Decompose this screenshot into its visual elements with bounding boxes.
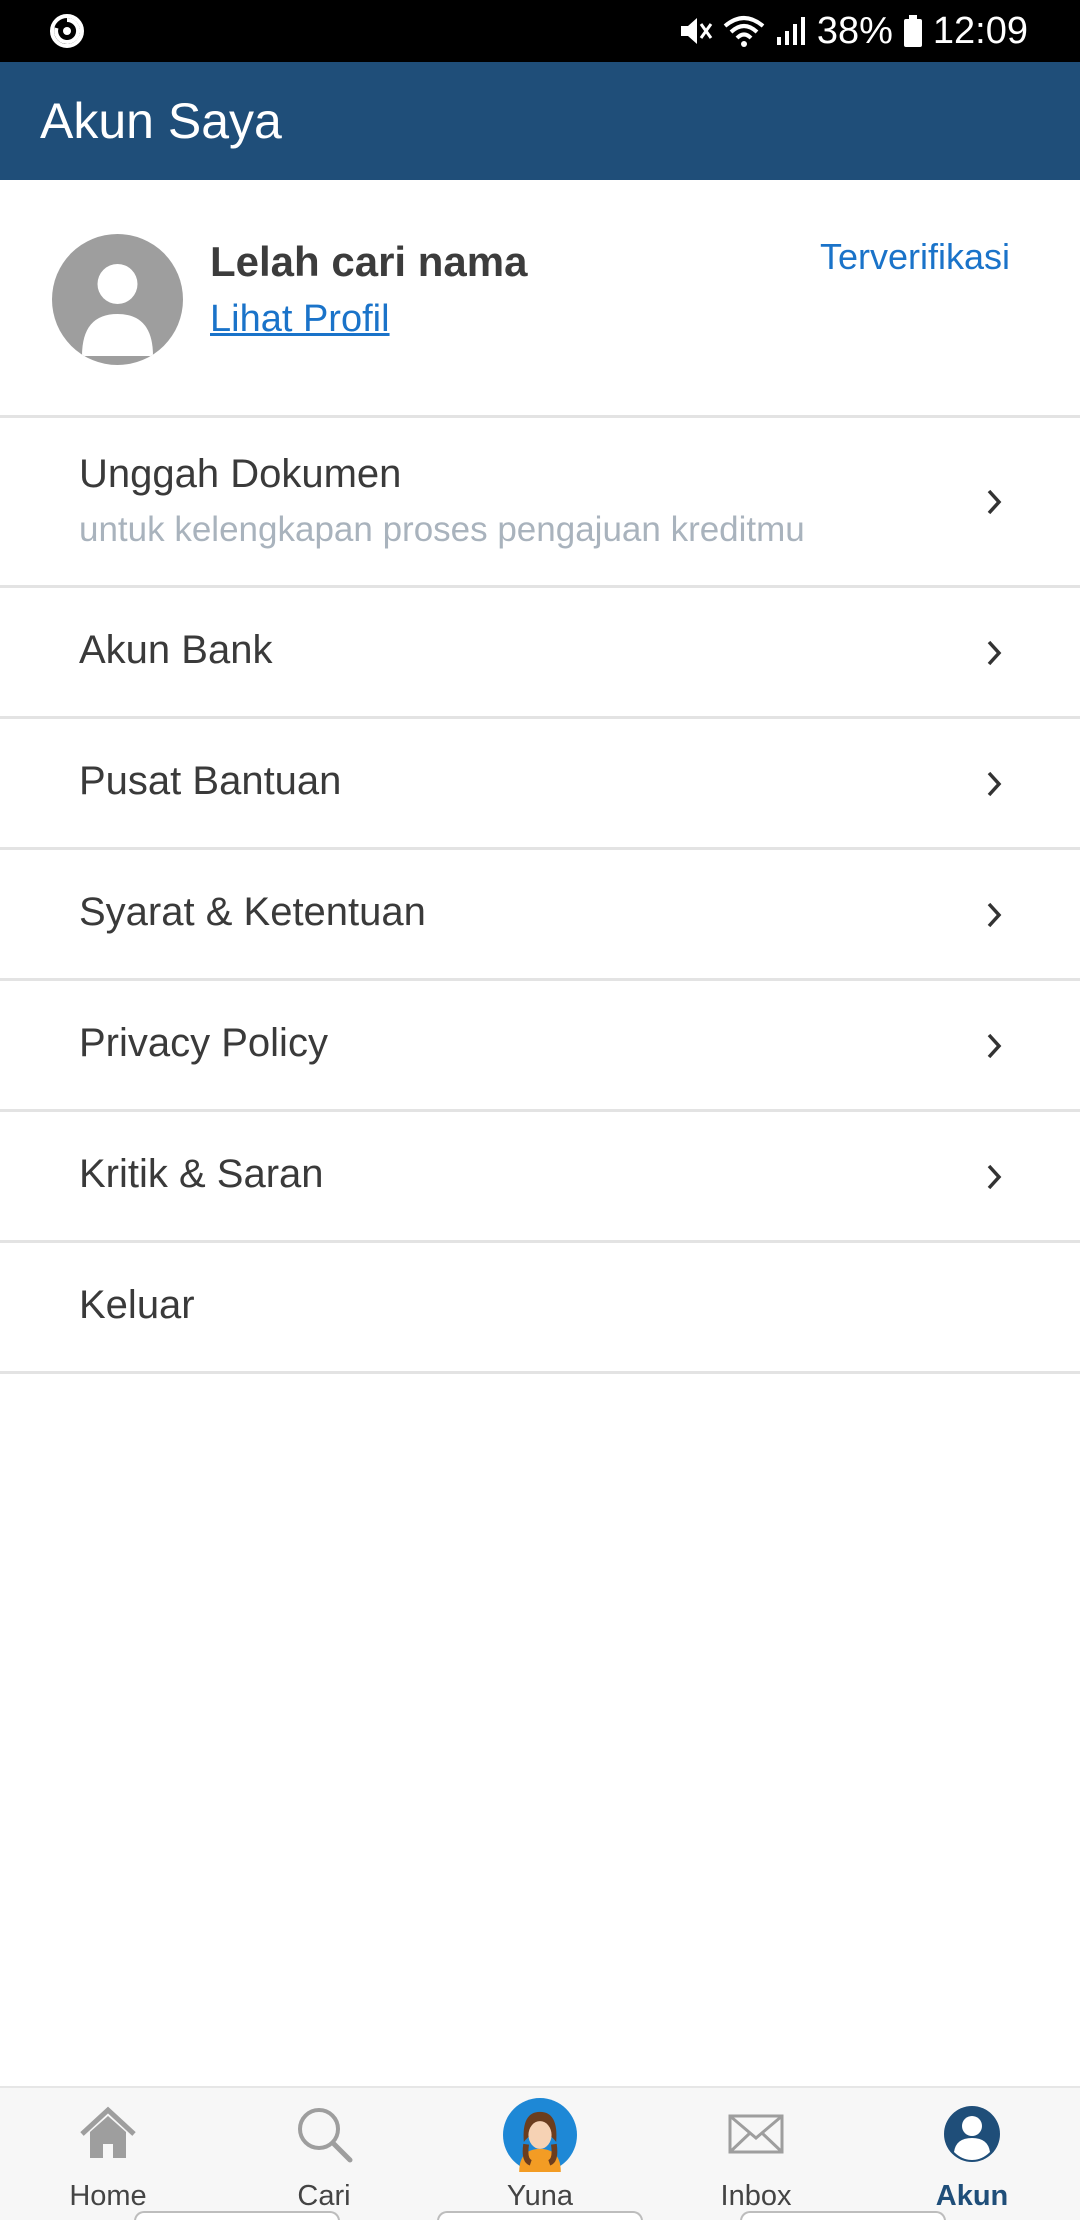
menu-item-feedback[interactable]: Kritik & Saran [0,1112,1080,1243]
profile-header: Lelah cari nama Lihat Profil Terverifika… [0,180,1080,418]
home-icon [80,2106,136,2158]
battery-percent: 38% [816,9,893,52]
nav-search[interactable]: Cari [216,2088,432,2220]
menu-item-label: Privacy Policy [79,1021,328,1065]
menu-item-label: Keluar [79,1283,195,1327]
menu-item-label: Syarat & Ketentuan [79,890,426,934]
nav-label: Yuna [506,2180,574,2212]
menu-item-bank-account[interactable]: Akun Bank [0,588,1080,719]
bottom-decoration [437,2211,643,2220]
signal-icon [775,15,807,47]
nav-label: Inbox [720,2180,792,2212]
mute-icon [677,14,713,48]
nav-account[interactable]: Akun [864,2088,1080,2220]
chevron-right-icon [987,1164,1002,1190]
bottom-decoration [134,2211,340,2220]
view-profile-link[interactable]: Lihat Profil [210,298,390,341]
avatar[interactable] [52,234,183,365]
bottom-decoration [740,2211,946,2220]
account-icon [944,2106,1000,2162]
status-icons: 38% 12:09 [677,0,1028,62]
menu-item-terms[interactable]: Syarat & Ketentuan [0,850,1080,981]
menu-item-privacy-policy[interactable]: Privacy Policy [0,981,1080,1112]
chevron-right-icon [987,640,1002,666]
yuna-avatar-icon [503,2098,577,2172]
page-title: Akun Saya [40,93,282,149]
chevron-right-icon [987,771,1002,797]
menu-item-label: Akun Bank [79,628,273,672]
nav-inbox[interactable]: Inbox [648,2088,864,2220]
verification-status: Terverifikasi [819,236,1010,277]
mail-icon [728,2114,784,2154]
sync-icon [48,12,86,50]
nav-label: Akun [935,2180,1009,2212]
battery-icon [903,14,923,48]
menu-item-label: Unggah Dokumen [79,452,402,496]
menu-item-sublabel: untuk kelengkapan proses pengajuan kredi… [79,510,805,549]
menu-item-label: Pusat Bantuan [79,759,342,803]
menu-item-logout[interactable]: Keluar [0,1243,1080,1374]
status-bar: 38% 12:09 [0,0,1080,62]
menu-item-upload-documents[interactable]: Unggah Dokumen untuk kelengkapan proses … [0,418,1080,588]
clock: 12:09 [932,9,1028,52]
nav-yuna[interactable]: Yuna [432,2088,648,2220]
app-bar: Akun Saya [0,62,1080,180]
wifi-icon [723,14,765,48]
nav-label: Home [69,2180,147,2212]
chevron-right-icon [987,489,1002,515]
person-icon [82,264,153,356]
nav-home[interactable]: Home [0,2088,216,2220]
account-menu: Unggah Dokumen untuk kelengkapan proses … [0,418,1080,1374]
menu-item-help-center[interactable]: Pusat Bantuan [0,719,1080,850]
chevron-right-icon [987,1033,1002,1059]
menu-item-label: Kritik & Saran [79,1152,324,1196]
bottom-navigation: Home Cari Yuna Inbox Akun [0,2086,1080,2220]
nav-label: Cari [297,2180,351,2212]
chevron-right-icon [987,902,1002,928]
search-icon [298,2108,353,2163]
profile-name: Lelah cari nama [210,238,528,285]
